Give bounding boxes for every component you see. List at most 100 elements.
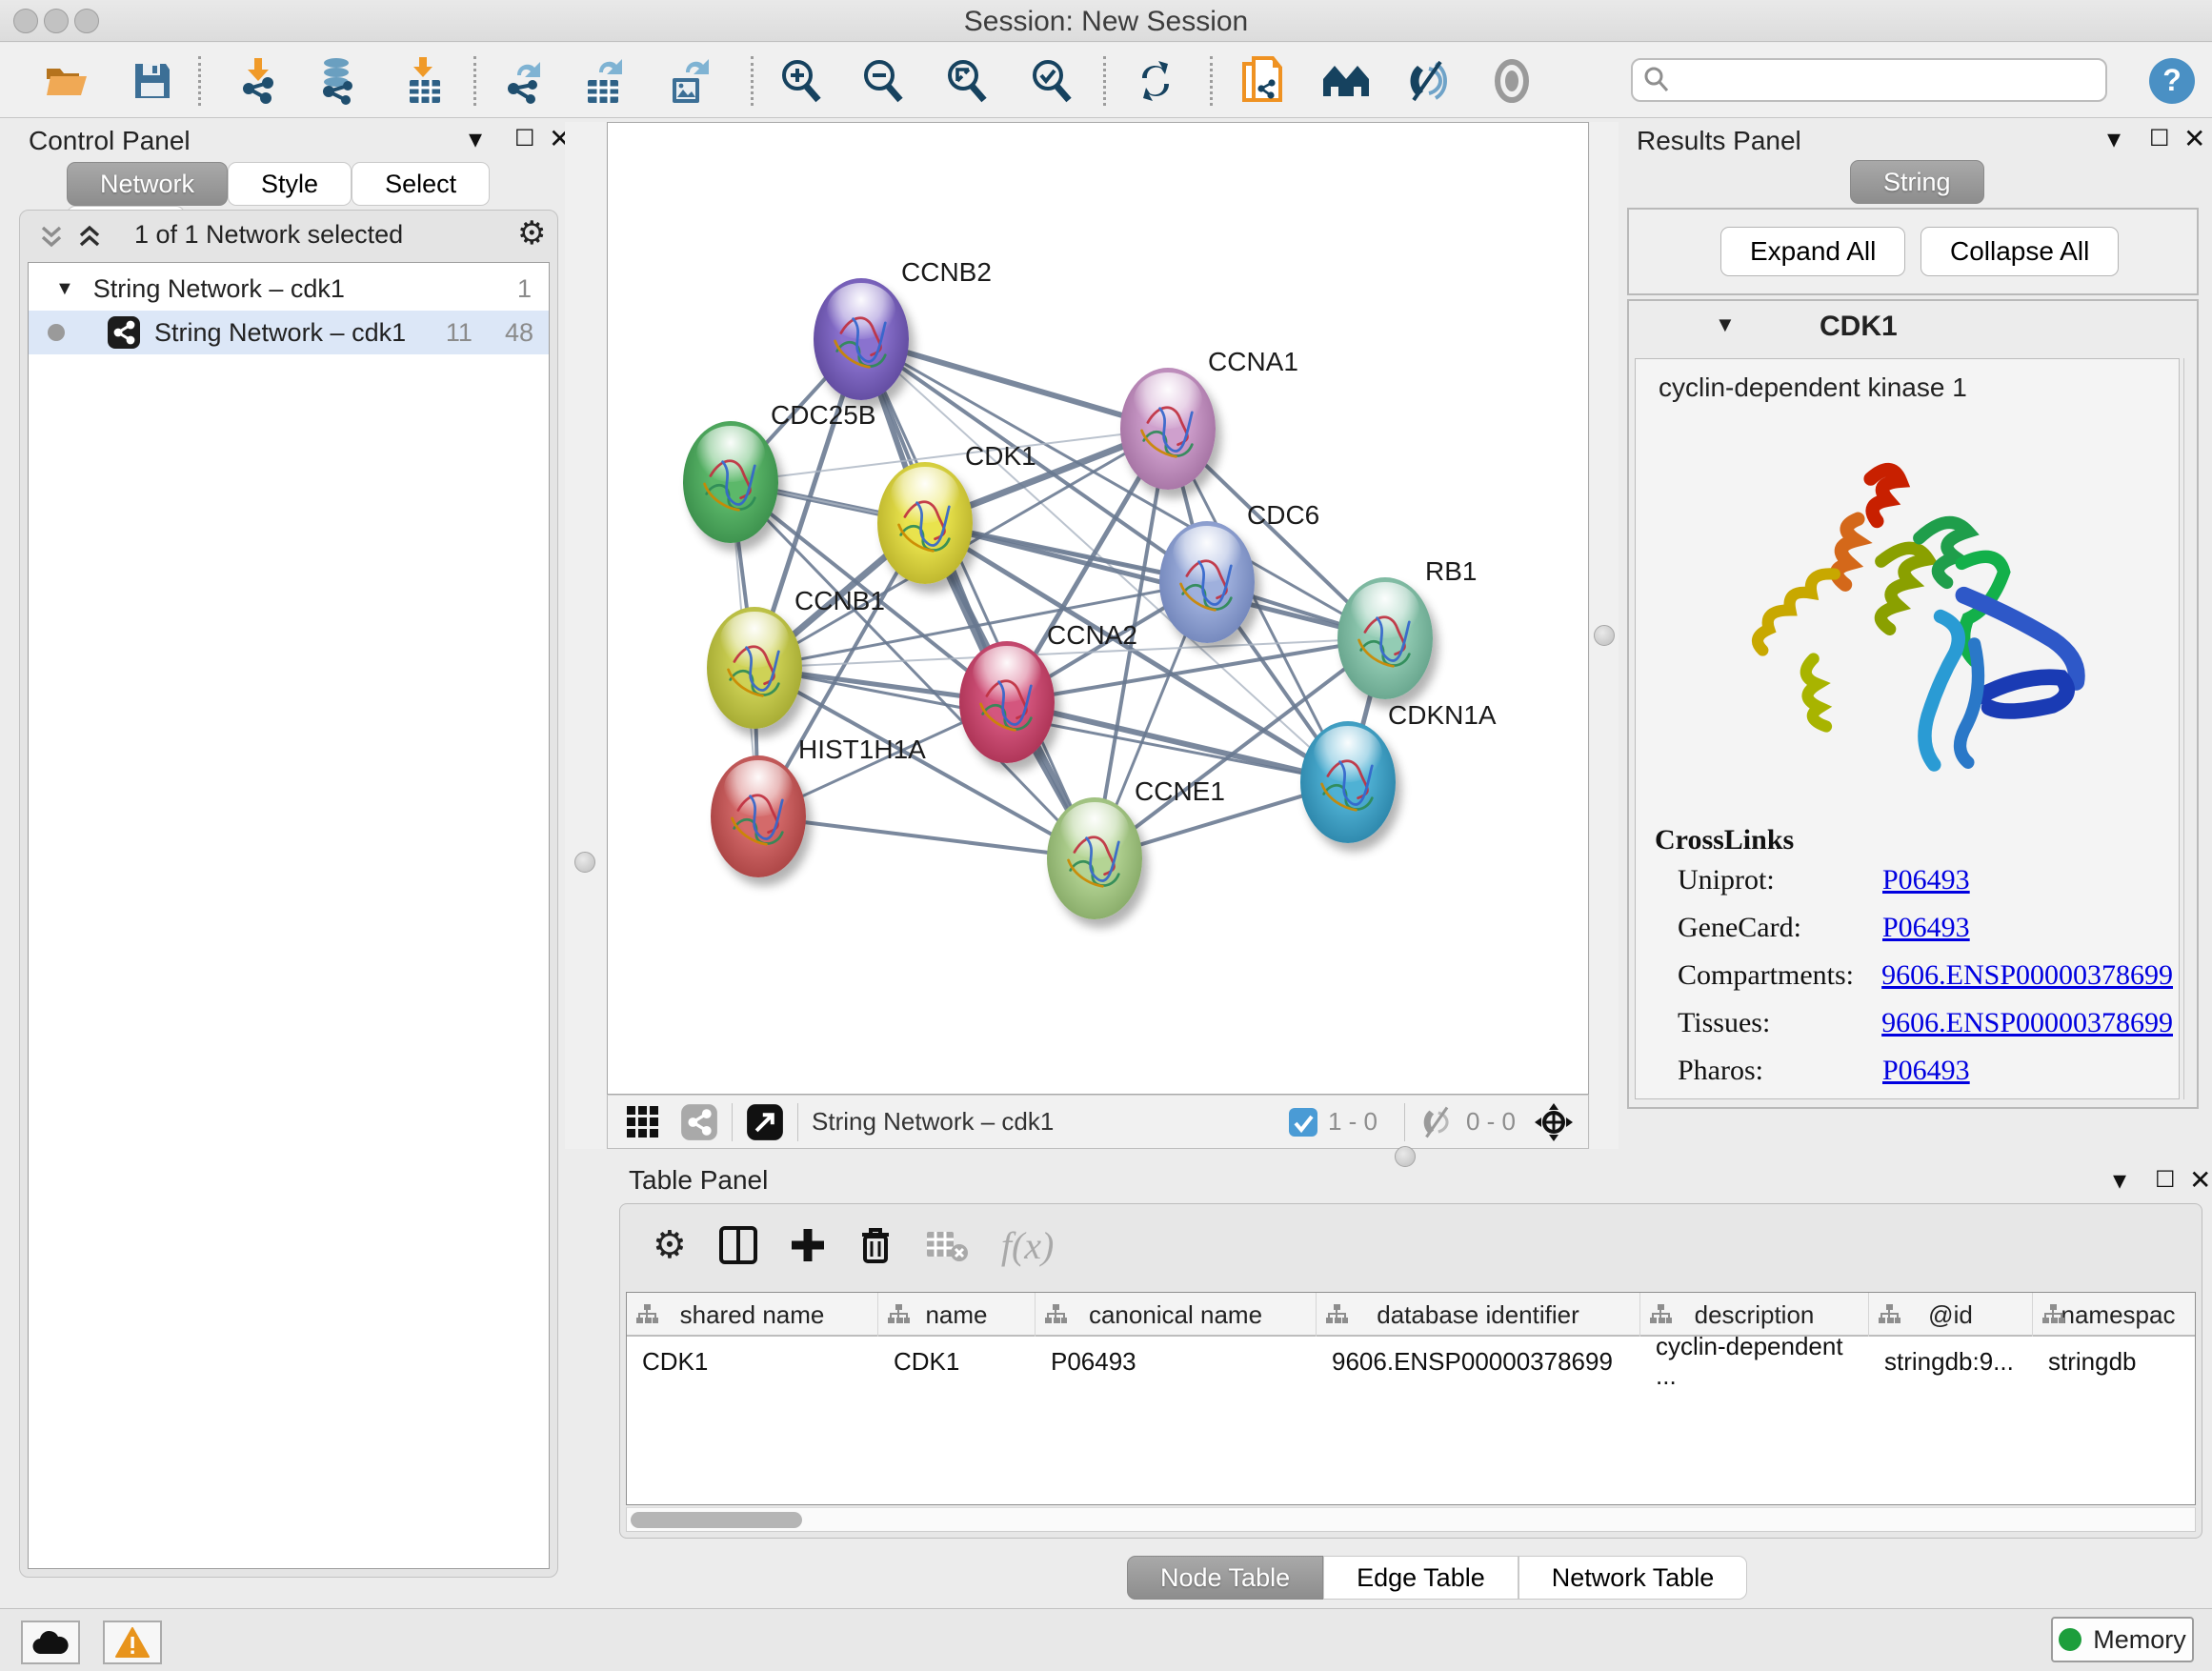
export-network-button[interactable]	[491, 54, 555, 108]
search-input[interactable]	[1680, 65, 2105, 96]
import-network-database-button[interactable]	[305, 54, 370, 108]
table-cell[interactable]: CDK1	[894, 1342, 1032, 1380]
add-column-icon[interactable]	[790, 1227, 826, 1263]
column-header-shared-name[interactable]: shared name	[627, 1293, 878, 1337]
panel-close-icon[interactable]: ✕	[2189, 1163, 2211, 1198]
function-builder-icon[interactable]: f(x)	[1001, 1223, 1055, 1268]
export-image-button[interactable]	[657, 54, 722, 108]
network-node-ccne1[interactable]	[1047, 797, 1142, 919]
panel-menu-icon[interactable]: ▾	[2107, 122, 2121, 156]
network-edge[interactable]	[1007, 702, 1348, 782]
hide-selected-button[interactable]	[1396, 54, 1460, 108]
column-header-database-identifier[interactable]: database identifier	[1317, 1293, 1640, 1337]
tab-node-table[interactable]: Node Table	[1127, 1556, 1323, 1600]
splitter-handle[interactable]	[1594, 625, 1615, 646]
gear-icon[interactable]: ⚙	[517, 214, 546, 252]
tab-network-table[interactable]: Network Table	[1518, 1556, 1748, 1600]
zoom-fit-button[interactable]	[934, 54, 998, 108]
network-node-cdkn1a[interactable]	[1300, 721, 1396, 843]
network-node-rb1[interactable]	[1337, 577, 1433, 699]
toggle-gray-button[interactable]	[1479, 54, 1544, 108]
table-cell[interactable]: P06493	[1051, 1342, 1313, 1380]
panel-close-icon[interactable]: ✕	[2183, 122, 2205, 156]
panel-float-icon[interactable]: ☐	[514, 122, 535, 156]
cloud-status-button[interactable]	[21, 1621, 80, 1664]
table-horizontal-scrollbar[interactable]	[626, 1507, 2196, 1532]
expand-all-button[interactable]: Expand All	[1720, 227, 1905, 276]
table-cell[interactable]: stringdb:9...	[1884, 1342, 2029, 1380]
network-snapshot-button[interactable]	[1231, 54, 1296, 108]
tab-edge-table[interactable]: Edge Table	[1323, 1556, 1518, 1600]
string-view-icon[interactable]	[680, 1103, 718, 1141]
panel-float-icon[interactable]: ☐	[2149, 122, 2170, 156]
network-node-cdk1[interactable]	[877, 462, 973, 584]
help-button[interactable]: ?	[2140, 54, 2204, 108]
grid-view-icon[interactable]	[625, 1104, 661, 1140]
tab-network[interactable]: Network	[67, 162, 228, 206]
network-node-ccna2[interactable]	[959, 641, 1055, 763]
network-node-cdc6[interactable]	[1159, 521, 1255, 643]
table-cell[interactable]: 9606.ENSP00000378699	[1332, 1342, 1637, 1380]
splitter-left[interactable]	[565, 122, 606, 1149]
refresh-button[interactable]	[1123, 54, 1188, 108]
warnings-button[interactable]	[103, 1621, 162, 1664]
network-node-ccnb2[interactable]	[814, 278, 909, 400]
tab-select[interactable]: Select	[352, 162, 490, 206]
network-node-cdc25b[interactable]	[683, 421, 778, 543]
tab-style[interactable]: Style	[228, 162, 352, 206]
crosslink-value-link[interactable]: P06493	[1882, 864, 1970, 896]
export-table-button[interactable]	[573, 54, 637, 108]
network-row-selected[interactable]: String Network – cdk1 11 48	[29, 311, 549, 354]
splitter-handle-horizontal[interactable]	[1395, 1146, 1416, 1167]
column-header-namespac[interactable]: namespac	[2033, 1293, 2196, 1337]
splitter-handle[interactable]	[574, 852, 595, 873]
table-cell[interactable]: CDK1	[642, 1342, 875, 1380]
collapse-all-button[interactable]: Collapse All	[1920, 227, 2119, 276]
network-collection-row[interactable]: ▼ String Network – cdk1 1	[29, 267, 549, 311]
column-header-canonical-name[interactable]: canonical name	[1036, 1293, 1317, 1337]
results-scrollbar[interactable]	[2183, 358, 2197, 1099]
node-table[interactable]: shared namenamecanonical namedatabase id…	[626, 1292, 2196, 1505]
tree-expander-icon[interactable]: ▼	[55, 278, 74, 300]
network-node-ccnb1[interactable]	[707, 607, 802, 729]
network-canvas[interactable]: CCNB2CCNA1CDC25BCDK1CDC6RB1CCNB1CCNA2CDK…	[607, 122, 1589, 1095]
import-network-file-button[interactable]	[226, 54, 291, 108]
crosslink-value-link[interactable]: P06493	[1882, 912, 1970, 944]
save-session-button[interactable]	[120, 54, 185, 108]
panel-menu-icon[interactable]: ▾	[469, 122, 482, 156]
panel-float-icon[interactable]: ☐	[2155, 1163, 2176, 1198]
birdseye-crosshair-icon[interactable]	[1533, 1101, 1575, 1143]
splitter-right[interactable]	[1590, 122, 1619, 1149]
crosslink-value-link[interactable]: P06493	[1882, 1055, 1970, 1087]
network-edge[interactable]	[758, 816, 1095, 858]
crosslink-value-link[interactable]: 9606.ENSP00000378699	[1881, 1007, 2173, 1039]
expand-all-icon[interactable]	[75, 222, 104, 251]
tab-string[interactable]: String	[1850, 160, 1984, 204]
import-table-file-button[interactable]	[392, 54, 457, 108]
memory-button[interactable]: Memory	[2051, 1617, 2194, 1662]
column-header-description[interactable]: description	[1640, 1293, 1869, 1337]
section-expander-icon[interactable]: ▼	[1715, 312, 1736, 337]
zoom-out-button[interactable]	[850, 54, 915, 108]
collapse-all-icon[interactable]	[37, 222, 66, 251]
crosslink-value-link[interactable]: 9606.ENSP00000378699	[1881, 959, 2173, 992]
table-cell[interactable]: cyclin-dependent ...	[1656, 1342, 1865, 1380]
search-box[interactable]	[1631, 58, 2107, 102]
zoom-in-button[interactable]	[768, 54, 833, 108]
gear-icon[interactable]: ⚙	[653, 1223, 687, 1267]
scrollbar-thumb[interactable]	[631, 1512, 802, 1528]
first-neighbors-button[interactable]	[1314, 54, 1378, 108]
network-edge[interactable]	[861, 339, 1095, 858]
columns-icon[interactable]	[719, 1226, 757, 1264]
column-header--id[interactable]: @id	[1869, 1293, 2033, 1337]
table-cell[interactable]: stringdb	[2048, 1342, 2196, 1380]
panel-menu-icon[interactable]: ▾	[2113, 1163, 2126, 1198]
zoom-selected-button[interactable]	[1018, 54, 1083, 108]
network-node-hist1h1a[interactable]	[711, 755, 806, 877]
open-session-button[interactable]	[34, 54, 99, 108]
delete-column-icon[interactable]	[858, 1225, 893, 1265]
column-header-name[interactable]: name	[878, 1293, 1036, 1337]
network-node-ccna1[interactable]	[1120, 368, 1216, 490]
delete-table-icon[interactable]	[925, 1228, 969, 1262]
detach-view-icon[interactable]	[746, 1103, 784, 1141]
